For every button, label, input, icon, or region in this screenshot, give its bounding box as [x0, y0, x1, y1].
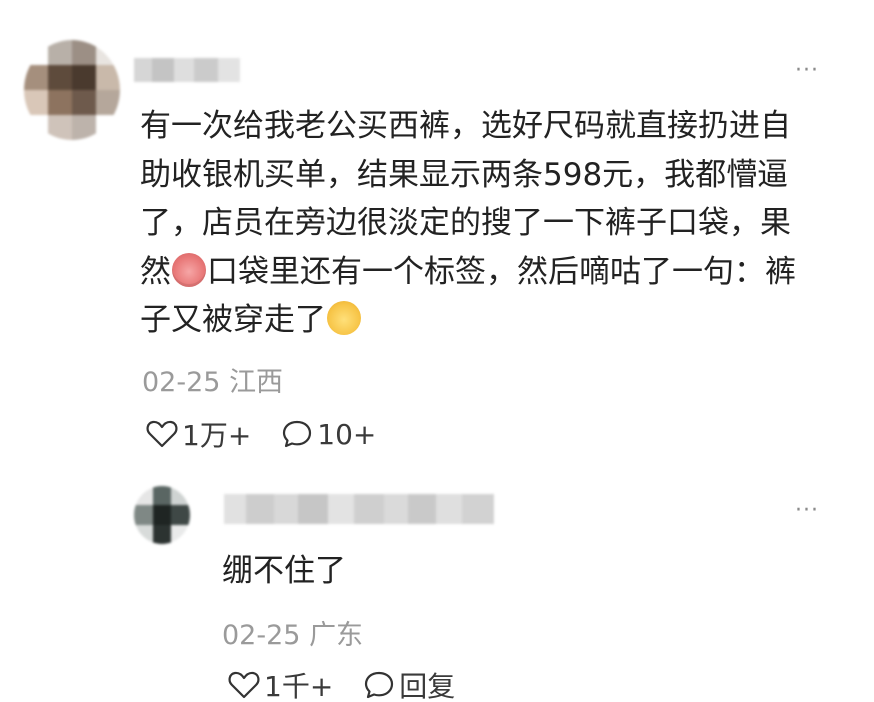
- comment-fragment: 子又被穿走了: [140, 302, 326, 338]
- like-button[interactable]: 1千+: [228, 665, 333, 702]
- comment-bubble-icon: [365, 671, 394, 699]
- like-count: 1万+: [182, 419, 252, 452]
- avatar[interactable]: [134, 486, 190, 544]
- comment-actions: 1万+ 10+: [146, 414, 406, 454]
- reply-label: 回复: [399, 670, 456, 702]
- comment-text: 有一次给我老公买西裤，选好尺码就直接扔进自 助收银机买单，结果显示两条598元，…: [140, 102, 796, 345]
- avatar[interactable]: [24, 40, 120, 140]
- comment-thread: ··· 有一次给我老公买西裤，选好尺码就直接扔进自 助收银机买单，结果显示两条5…: [0, 0, 874, 702]
- comment-date: 02-25: [142, 367, 221, 398]
- reply-location: 广东: [309, 620, 364, 651]
- comment-line: 有一次给我老公买西裤，选好尺码就直接扔进自: [140, 108, 791, 144]
- like-count: 1千+: [264, 670, 334, 702]
- comment-fragment: 然: [140, 253, 171, 290]
- comment-fragment: 口袋里还有一个标签，然后嘀咕了一句：裤: [207, 253, 796, 290]
- comment-line: 了，店员在旁边很淡定的搜了一下裤子口袋，果: [140, 205, 791, 241]
- reply-actions: 1千+ 回复: [228, 665, 485, 702]
- comment-location: 江西: [229, 367, 284, 398]
- heart-icon: [146, 420, 178, 448]
- comment-meta: 02-25 江西: [142, 360, 283, 399]
- comment-line: 助收银机买单，结果显示两条598元，我都懵逼: [140, 156, 789, 193]
- reply-text: 绷不住了: [222, 553, 346, 589]
- reply-button[interactable]: 10+: [281, 418, 376, 451]
- reply-button[interactable]: 回复: [363, 665, 455, 702]
- reply-count: 10+: [317, 417, 377, 451]
- comment-line: 子又被穿走了: [140, 296, 796, 345]
- crying-face-emoji-icon: [172, 252, 206, 287]
- reply-date: 02-25: [222, 620, 301, 651]
- like-button[interactable]: 1万+: [146, 414, 251, 454]
- comment-line: 然口袋里还有一个标签，然后嘀咕了一句：裤: [140, 248, 796, 297]
- heart-icon: [228, 671, 260, 699]
- more-options-icon[interactable]: ···: [795, 500, 819, 522]
- more-options-icon[interactable]: ···: [795, 60, 819, 82]
- username[interactable]: [224, 494, 494, 524]
- reply-meta: 02-25 广东: [222, 613, 363, 652]
- username[interactable]: [134, 58, 240, 82]
- comment-bubble-icon: [283, 420, 312, 448]
- laughing-face-emoji-icon: [327, 301, 361, 335]
